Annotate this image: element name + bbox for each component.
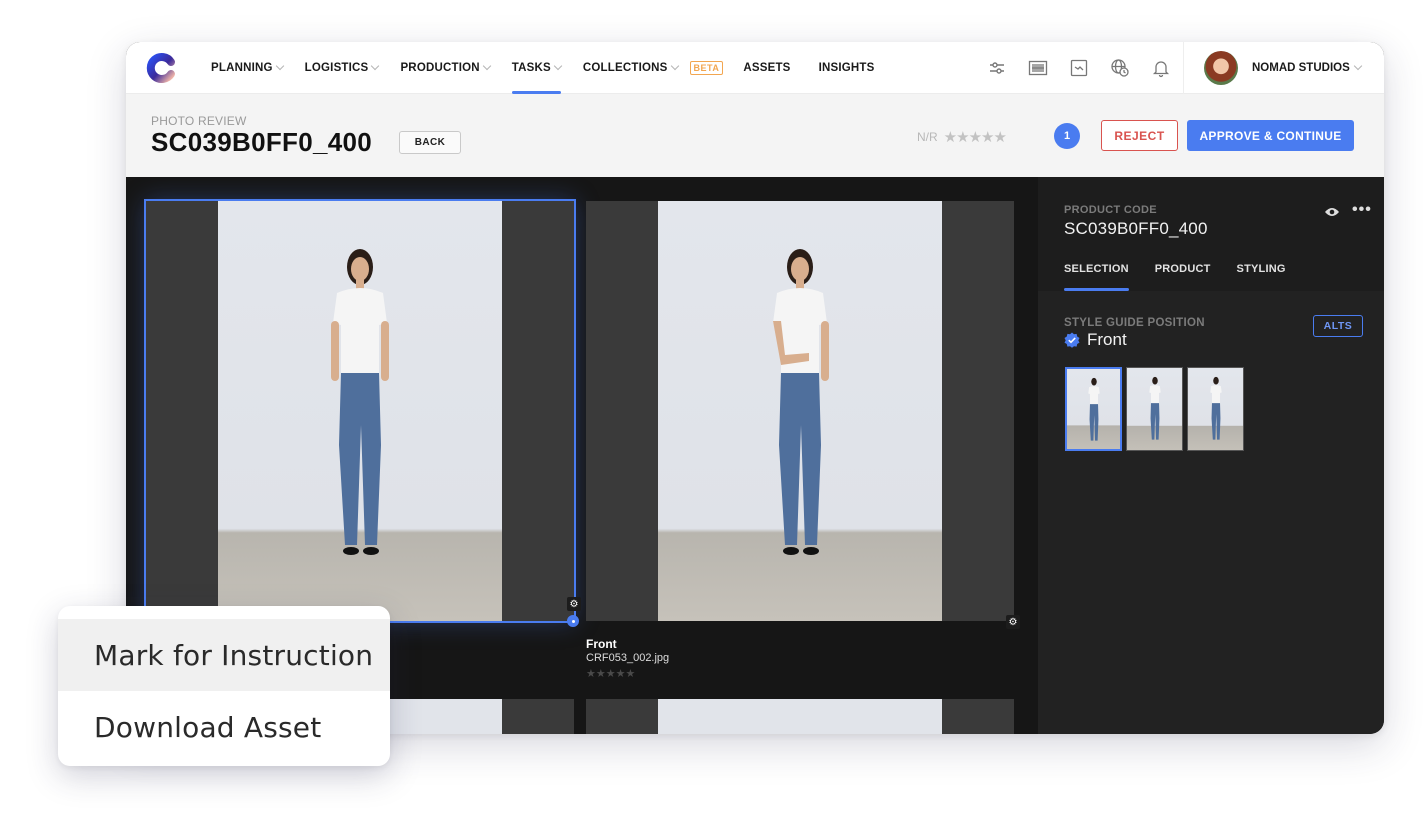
tab-styling[interactable]: STYLING — [1237, 263, 1286, 291]
account-name: NOMAD STUDIOS — [1252, 62, 1350, 74]
rating-label: N/R — [917, 130, 938, 144]
rating: N/R ★★★★★ — [917, 128, 1007, 146]
nav-production[interactable]: PRODUCTION — [400, 42, 491, 94]
nav-planning-label: PLANNING — [211, 62, 273, 74]
chevron-down-icon — [553, 61, 563, 71]
rating-stars[interactable]: ★★★★★ — [944, 128, 1007, 146]
panel-header: PRODUCT CODE SC039B0FF0_400 ••• SELECTIO… — [1038, 177, 1384, 291]
nav-divider — [1183, 42, 1184, 94]
bell-icon[interactable] — [1140, 42, 1181, 94]
nav-collections[interactable]: COLLECTIONS — [582, 42, 679, 94]
style-guide-value-text: Front — [1087, 330, 1127, 349]
nav-insights-label: INSIGHTS — [818, 62, 875, 74]
chart-window-icon[interactable] — [1058, 42, 1099, 94]
chevron-down-icon — [371, 61, 380, 71]
thumbnail[interactable] — [1187, 367, 1244, 451]
alts-button[interactable]: ALTS — [1313, 315, 1363, 337]
style-guide-label: STYLE GUIDE POSITION — [1064, 317, 1205, 329]
tab-product[interactable]: PRODUCT — [1155, 263, 1211, 291]
context-menu: Mark for Instruction Download Asset — [58, 606, 390, 766]
account-menu[interactable]: NOMAD STUDIOS — [1204, 42, 1362, 94]
product-code-label: PRODUCT CODE — [1064, 204, 1157, 216]
product-code-value: SC039B0FF0_400 — [1064, 219, 1208, 238]
page-header: PHOTO REVIEW SC039B0FF0_400 BACK N/R ★★★… — [126, 94, 1384, 177]
thumbnail[interactable] — [1065, 367, 1122, 451]
reject-button[interactable]: REJECT — [1101, 120, 1178, 151]
photo[interactable] — [658, 699, 942, 734]
details-panel: PRODUCT CODE SC039B0FF0_400 ••• SELECTIO… — [1038, 177, 1384, 734]
top-nav: PLANNING LOGISTICS PRODUCTION TASKS COLL… — [126, 42, 1384, 94]
model-figure — [1209, 376, 1222, 440]
nav-production-label: PRODUCTION — [400, 62, 480, 74]
c-logo-icon[interactable] — [144, 51, 178, 85]
model-figure — [773, 249, 829, 555]
menu-item-download-asset[interactable]: Download Asset — [58, 691, 390, 763]
selection-handle[interactable] — [567, 615, 579, 627]
gear-icon[interactable]: ⚙ — [567, 597, 581, 611]
nav-collections-label: COLLECTIONS — [582, 62, 668, 74]
model-figure — [1148, 376, 1161, 440]
count-badge: 1 — [1054, 123, 1080, 149]
tab-selection[interactable]: SELECTION — [1064, 263, 1129, 291]
page-title: SC039B0FF0_400 — [151, 127, 372, 157]
sliders-icon[interactable] — [976, 42, 1017, 94]
photo[interactable] — [658, 201, 942, 621]
nav-icons — [976, 42, 1181, 94]
more-options-icon[interactable]: ••• — [1352, 202, 1372, 218]
back-button[interactable]: BACK — [399, 131, 461, 154]
chevron-down-icon — [1353, 61, 1362, 71]
avatar[interactable] — [1204, 51, 1238, 85]
photo-card[interactable] — [586, 699, 1014, 734]
nav-assets-label: ASSETS — [743, 62, 791, 74]
nav-menu: PLANNING LOGISTICS PRODUCTION TASKS COLL… — [211, 42, 896, 94]
photo-card[interactable] — [586, 201, 1014, 621]
stage: PLANNING LOGISTICS PRODUCTION TASKS COLL… — [0, 0, 1426, 824]
panel-tabs: SELECTION PRODUCT STYLING — [1064, 263, 1312, 291]
nav-tasks-label: TASKS — [511, 62, 551, 74]
chevron-down-icon — [275, 61, 284, 71]
page-eyebrow: PHOTO REVIEW — [151, 114, 247, 128]
barcode-icon[interactable] — [1017, 42, 1058, 94]
nav-planning[interactable]: PLANNING — [211, 42, 284, 94]
globe-clock-icon[interactable] — [1099, 42, 1140, 94]
nav-assets[interactable]: ASSETS — [743, 42, 790, 94]
gear-icon[interactable]: ⚙ — [1006, 615, 1020, 629]
photo-filename: CRF053_002.jpg — [586, 652, 670, 664]
chevron-down-icon — [482, 61, 491, 71]
nav-insights[interactable]: INSIGHTS — [819, 42, 875, 94]
nav-logistics[interactable]: LOGISTICS — [304, 42, 380, 94]
photo[interactable] — [218, 201, 502, 621]
photo-card[interactable] — [144, 199, 576, 623]
nav-tasks[interactable]: TASKS — [511, 42, 563, 94]
model-figure — [1087, 377, 1100, 441]
beta-badge: BETA — [689, 61, 724, 75]
style-guide-value: Front — [1064, 330, 1127, 350]
verified-badge-icon — [1064, 332, 1080, 348]
thumbnail-strip — [1065, 367, 1244, 451]
menu-item-mark-for-instruction[interactable]: Mark for Instruction — [58, 619, 390, 691]
nav-logistics-label: LOGISTICS — [304, 62, 369, 74]
photo-position-label: Front — [586, 637, 617, 651]
photo-rating-stars[interactable]: ★★★★★ — [586, 667, 635, 680]
thumbnail[interactable] — [1126, 367, 1183, 451]
eye-icon[interactable] — [1324, 206, 1340, 218]
chevron-down-icon — [670, 61, 679, 71]
model-figure — [331, 249, 389, 555]
approve-continue-button[interactable]: APPROVE & CONTINUE — [1187, 120, 1354, 151]
